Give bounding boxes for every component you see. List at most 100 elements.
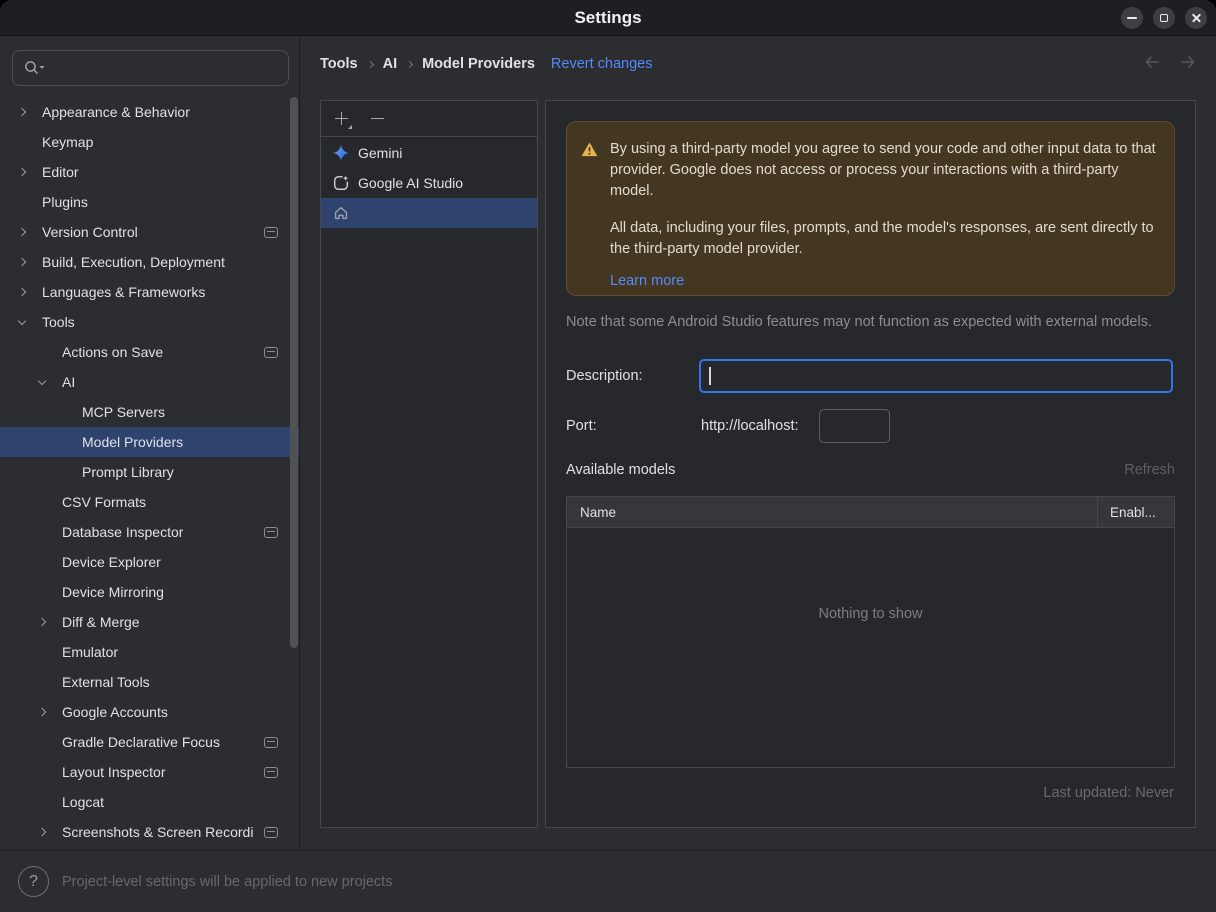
breadcrumb-separator-icon xyxy=(406,60,414,68)
sidebar-item-appearance-behavior[interactable]: Appearance & Behavior xyxy=(0,97,299,127)
models-table: Name Enabl... Nothing to show xyxy=(566,496,1175,768)
sidebar-item-logcat[interactable]: Logcat xyxy=(0,787,299,817)
sidebar-item-mcp-servers[interactable]: MCP Servers xyxy=(0,397,299,427)
sidebar-item-model-providers[interactable]: Model Providers xyxy=(0,427,299,457)
provider-item-new[interactable] xyxy=(321,198,537,228)
help-icon: ? xyxy=(29,872,38,890)
dropdown-arrow-icon xyxy=(348,124,352,129)
sidebar-item-languages-frameworks[interactable]: Languages & Frameworks xyxy=(0,277,299,307)
remove-provider-button[interactable] xyxy=(370,111,386,127)
search-icon xyxy=(25,61,45,75)
last-updated-text: Last updated: Never xyxy=(1043,785,1174,801)
providers-list: Gemini Google AI Studio xyxy=(321,138,537,228)
breadcrumb-model-providers: Model Providers xyxy=(422,56,535,72)
sidebar-item-editor[interactable]: Editor xyxy=(0,157,299,187)
sidebar-scrollbar[interactable] xyxy=(290,97,298,648)
column-header-name[interactable]: Name xyxy=(567,505,1097,520)
learn-more-link[interactable]: Learn more xyxy=(610,271,684,292)
warning-triangle-icon xyxy=(581,142,598,157)
arrow-right-icon xyxy=(1181,56,1195,68)
forward-button[interactable] xyxy=(1178,52,1198,72)
models-table-header: Name Enabl... xyxy=(567,497,1174,528)
sidebar-item-screenshots-screen-recording[interactable]: Screenshots & Screen Recordi xyxy=(0,817,299,847)
warning-paragraph-2: All data, including your files, prompts,… xyxy=(610,220,1154,257)
providers-panel: Gemini Google AI Studio xyxy=(320,100,538,828)
provider-form-panel: By using a third-party model you agree t… xyxy=(545,100,1196,828)
provider-item-google-ai-studio[interactable]: Google AI Studio xyxy=(321,168,537,198)
sidebar-item-prompt-library[interactable]: Prompt Library xyxy=(0,457,299,487)
breadcrumb-ai[interactable]: AI xyxy=(383,56,398,72)
third-party-warning-banner: By using a third-party model you agree t… xyxy=(566,121,1175,296)
available-models-row: Available models Refresh xyxy=(566,458,1175,482)
refresh-button[interactable]: Refresh xyxy=(1124,462,1175,478)
chevron-down-icon xyxy=(37,376,47,385)
external-models-note: Note that some Android Studio features m… xyxy=(566,314,1152,330)
close-button[interactable] xyxy=(1185,7,1207,29)
gemini-spark-icon xyxy=(333,145,349,161)
project-level-icon xyxy=(264,346,278,358)
search-input[interactable] xyxy=(12,50,289,86)
sidebar-item-device-explorer[interactable]: Device Explorer xyxy=(0,547,299,577)
settings-tree: Appearance & Behavior Keymap Editor Plug… xyxy=(0,97,299,847)
sidebar-item-google-accounts[interactable]: Google Accounts xyxy=(0,697,299,727)
sidebar-item-keymap[interactable]: Keymap xyxy=(0,127,299,157)
sidebar-item-tools[interactable]: Tools xyxy=(0,307,299,337)
empty-state-text: Nothing to show xyxy=(818,606,923,622)
description-input[interactable] xyxy=(699,358,1173,393)
help-button[interactable]: ? xyxy=(18,866,49,897)
sidebar-item-plugins[interactable]: Plugins xyxy=(0,187,299,217)
sidebar-item-build-execution-deployment[interactable]: Build, Execution, Deployment xyxy=(0,247,299,277)
models-table-body: Nothing to show xyxy=(567,528,1174,768)
column-header-enabled[interactable]: Enabl... xyxy=(1097,497,1174,527)
localhost-prefix: http://localhost: xyxy=(701,417,799,434)
project-level-hint: Project-level settings will be applied t… xyxy=(62,874,393,890)
breadcrumb-tools[interactable]: Tools xyxy=(320,56,358,72)
project-level-icon xyxy=(264,226,278,238)
maximize-icon xyxy=(1160,14,1168,22)
chevron-right-icon xyxy=(17,107,27,117)
sidebar-item-emulator[interactable]: Emulator xyxy=(0,637,299,667)
port-label: Port: xyxy=(566,417,597,434)
chevron-right-icon xyxy=(37,827,47,837)
chevron-right-icon xyxy=(17,167,27,177)
provider-item-gemini[interactable]: Gemini xyxy=(321,138,537,168)
sidebar-item-gradle-declarative-focus[interactable]: Gradle Declarative Focus xyxy=(0,727,299,757)
breadcrumb-separator-icon xyxy=(366,60,374,68)
google-ai-studio-icon xyxy=(333,175,349,191)
chevron-right-icon xyxy=(17,257,27,267)
revert-changes-link[interactable]: Revert changes xyxy=(551,56,653,72)
sidebar-item-diff-merge[interactable]: Diff & Merge xyxy=(0,607,299,637)
sidebar-item-layout-inspector[interactable]: Layout Inspector xyxy=(0,757,299,787)
breadcrumb: Tools AI Model Providers Revert changes xyxy=(320,50,1196,78)
project-level-icon xyxy=(264,526,278,538)
description-row: Description: xyxy=(566,358,1173,393)
minimize-button[interactable] xyxy=(1121,7,1143,29)
maximize-button[interactable] xyxy=(1153,7,1175,29)
home-icon xyxy=(334,207,348,220)
sidebar-item-ai[interactable]: AI xyxy=(0,367,299,397)
sidebar-item-device-mirroring[interactable]: Device Mirroring xyxy=(0,577,299,607)
project-level-icon xyxy=(264,826,278,838)
title-bar: Settings xyxy=(0,0,1216,36)
settings-window: Settings Appearance & Behavior Keymap Ed… xyxy=(0,0,1216,912)
sidebar-item-version-control[interactable]: Version Control xyxy=(0,217,299,247)
add-provider-button[interactable] xyxy=(334,111,352,129)
window-controls xyxy=(1121,7,1207,29)
sidebar-item-csv-formats[interactable]: CSV Formats xyxy=(0,487,299,517)
chevron-right-icon xyxy=(37,707,47,717)
chevron-right-icon xyxy=(37,617,47,627)
window-title: Settings xyxy=(574,8,642,27)
history-navigation xyxy=(1142,52,1198,72)
port-row: Port: http://localhost: xyxy=(566,408,1173,443)
port-input[interactable] xyxy=(818,408,890,443)
chevron-right-icon xyxy=(17,227,27,237)
arrow-left-icon xyxy=(1145,56,1159,68)
chevron-down-icon xyxy=(17,316,27,325)
sidebar-item-actions-on-save[interactable]: Actions on Save xyxy=(0,337,299,367)
project-level-icon xyxy=(264,766,278,778)
back-button[interactable] xyxy=(1142,52,1162,72)
sidebar-item-external-tools[interactable]: External Tools xyxy=(0,667,299,697)
minimize-icon xyxy=(1127,17,1137,19)
sidebar-item-database-inspector[interactable]: Database Inspector xyxy=(0,517,299,547)
available-models-label: Available models xyxy=(566,462,676,478)
